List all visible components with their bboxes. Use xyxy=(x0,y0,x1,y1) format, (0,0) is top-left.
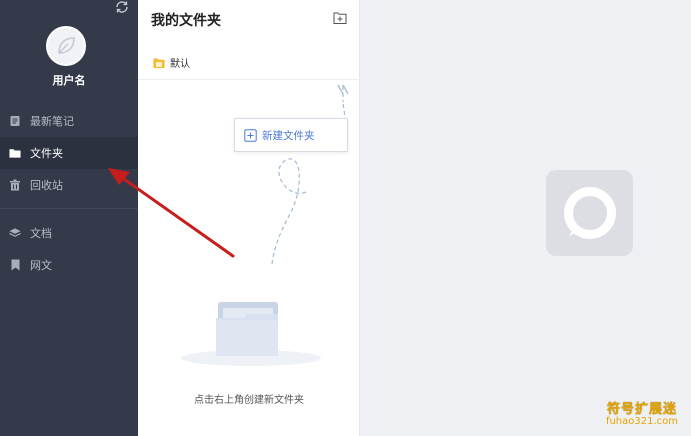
watermark: 符号扩展迷 fuhao321.com xyxy=(596,398,688,427)
username[interactable]: 用户名 xyxy=(0,72,138,88)
trash-icon xyxy=(9,179,21,191)
sidebar: 用户名 最新笔记 文件夹 回收站 文档 网文 xyxy=(0,0,138,436)
empty-folder-illustration xyxy=(181,302,321,366)
new-folder-label: 新建文件夹 xyxy=(262,129,315,142)
sidebar-item-latest-notes[interactable]: 最新笔记 xyxy=(0,105,138,137)
watermark-title: 符号扩展迷 xyxy=(606,402,677,417)
new-folder-button[interactable]: 新建文件夹 xyxy=(234,118,348,152)
sidebar-item-label: 最新笔记 xyxy=(30,115,74,128)
app-logo-placeholder xyxy=(546,170,633,256)
folder-yellow-icon xyxy=(153,58,165,68)
sidebar-item-web-articles[interactable]: 网文 xyxy=(0,249,138,281)
sidebar-item-label: 文件夹 xyxy=(30,147,63,160)
sidebar-divider xyxy=(0,208,138,209)
folder-icon xyxy=(9,147,21,159)
avatar[interactable] xyxy=(46,26,86,66)
sync-icon[interactable] xyxy=(114,0,130,14)
layers-icon xyxy=(9,227,21,239)
bookmark-icon xyxy=(9,259,21,271)
add-folder-icon xyxy=(244,128,257,142)
add-folder-icon[interactable] xyxy=(333,11,347,25)
folder-item-default[interactable]: 默认 xyxy=(138,46,360,80)
note-content-area xyxy=(361,0,691,436)
sidebar-item-label: 文档 xyxy=(30,227,52,240)
folder-panel: 我的文件夹 默认 新建文件夹 点击右上角创建新文件夹 xyxy=(138,0,360,436)
note-icon xyxy=(9,115,21,127)
sidebar-item-documents[interactable]: 文档 xyxy=(0,217,138,249)
dashed-guide-arrow xyxy=(271,84,349,265)
sidebar-item-label: 网文 xyxy=(30,259,52,272)
watermark-url: fuhao321.com xyxy=(605,416,679,427)
sidebar-item-label: 回收站 xyxy=(30,179,63,192)
leaf-icon xyxy=(58,37,75,54)
empty-hint: 点击右上角创建新文件夹 xyxy=(194,395,304,406)
sidebar-item-folders[interactable]: 文件夹 xyxy=(0,137,138,169)
speech-bubble-icon xyxy=(563,187,616,239)
panel-title: 我的文件夹 xyxy=(151,13,221,29)
sidebar-item-trash[interactable]: 回收站 xyxy=(0,169,138,201)
folder-item-label: 默认 xyxy=(170,59,190,70)
